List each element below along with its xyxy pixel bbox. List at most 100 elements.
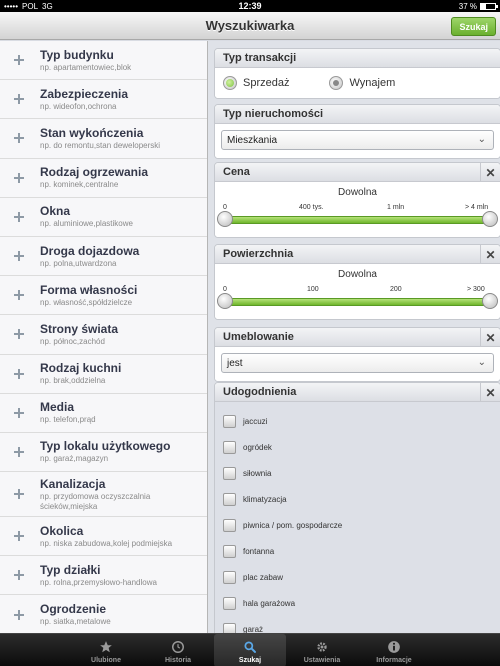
plus-icon <box>14 172 24 183</box>
card-title: Umeblowanie <box>223 331 294 343</box>
tab-bar: Ulubione Historia Szukaj Ustawienia Info… <box>0 633 500 666</box>
filter-example: np. telefon,prąd <box>40 415 96 425</box>
star-icon <box>100 641 112 653</box>
slider-min-handle[interactable] <box>217 293 233 309</box>
filter-item-typ-dzialki[interactable]: Typ działki np. rolna,przemysłowo-handlow… <box>0 556 207 596</box>
tick-label: 200 <box>390 286 402 293</box>
checkbox-label: piwnica / pom. gospodarcze <box>243 520 343 530</box>
slider-track <box>225 298 490 306</box>
navigation-bar: Wyszukiwarka Szukaj <box>0 12 500 40</box>
slider-max-handle[interactable] <box>482 211 498 227</box>
filter-example: np. do remontu,stan deweloperski <box>40 140 161 150</box>
card-title: Udogodnienia <box>223 386 297 398</box>
filter-title: Media <box>40 400 75 415</box>
property-type-select[interactable]: Mieszkania ⌄ <box>221 130 494 150</box>
tick-label: 0 <box>223 286 227 293</box>
transaction-card: Typ transakcji Sprzedaż Wynajem <box>214 48 500 99</box>
card-title: Typ transakcji <box>215 49 500 68</box>
page-title: Wyszukiwarka <box>205 18 295 33</box>
checkbox-label: jaccuzi <box>243 416 268 426</box>
radio-unselected-icon <box>329 76 344 90</box>
filter-item-ogrodzenie[interactable]: Ogrodzenie np. siatka,metalowe <box>0 595 207 633</box>
checkbox-label: plac zabaw <box>243 572 284 582</box>
slider-value: Dowolna <box>338 187 377 198</box>
checkbox-icon <box>223 466 236 480</box>
gear-icon <box>317 642 327 652</box>
checkbox-label: ogródek <box>243 442 272 452</box>
checkbox-fontanna[interactable]: fontanna <box>215 538 500 564</box>
plus-icon <box>14 94 24 105</box>
chevron-down-icon: ⌄ <box>477 134 486 145</box>
checkbox-plac-zabaw[interactable]: plac zabaw <box>215 564 500 590</box>
filter-example: np. brak,oddzielna <box>40 376 106 386</box>
close-icon[interactable]: ✕ <box>480 328 500 347</box>
filter-item-typ-lokalu[interactable]: Typ lokalu użytkowego np. garaż,magazyn <box>0 432 207 473</box>
tab-ustawienia[interactable]: Ustawienia <box>286 634 358 666</box>
filter-example: np. apartamentowiec,blok <box>40 62 132 72</box>
radio-label: Sprzedaż <box>243 77 290 89</box>
filter-title: Forma własności <box>40 282 138 297</box>
filter-item-forma-wlasnosci[interactable]: Forma własności np. własność,spółdzielcze <box>0 276 207 316</box>
plus-icon <box>14 407 24 418</box>
filter-item-zabezpieczenia[interactable]: Zabezpieczenia np. wideofon,ochrona <box>0 80 207 120</box>
checkbox-hala-garazowa[interactable]: hala garażowa <box>215 590 500 616</box>
checkbox-label: klimatyzacja <box>243 494 287 504</box>
checkbox-garaz[interactable]: garaż <box>215 616 500 633</box>
price-card: Cena ✕ Dowolna 0 400 tys. 1 mln > 4 mln <box>214 162 500 238</box>
filter-item-okolica[interactable]: Okolica np. niska zabudowa,kolej podmiejs… <box>0 517 207 557</box>
filter-item-media[interactable]: Media np. telefon,prąd <box>0 393 207 433</box>
tab-label: Ulubione <box>91 657 121 664</box>
filter-item-droga-dojazdowa[interactable]: Droga dojazdowa np. polna,utwardzona <box>0 236 207 277</box>
slider-min-handle[interactable] <box>217 211 233 227</box>
search-button[interactable]: Szukaj <box>451 17 496 36</box>
tab-historia[interactable]: Historia <box>142 634 214 666</box>
status-time: 12:39 <box>238 1 262 11</box>
checkbox-jaccuzi[interactable]: jaccuzi <box>215 408 500 434</box>
close-icon[interactable]: ✕ <box>480 245 500 264</box>
filter-item-strony-swiata[interactable]: Strony świata np. północ,zachód <box>0 315 207 355</box>
filter-example: np. przydomowa oczyszczalnia ścieków,mie… <box>40 491 151 511</box>
close-icon[interactable]: ✕ <box>480 163 500 182</box>
tab-ulubione[interactable]: Ulubione <box>70 634 142 666</box>
filter-example: np. siatka,metalowe <box>40 617 111 627</box>
checkbox-ogrodek[interactable]: ogródek <box>215 434 500 460</box>
tab-informacje[interactable]: Informacje <box>358 634 430 666</box>
filter-example: np. wideofon,ochrona <box>40 101 117 111</box>
plus-icon <box>14 531 24 542</box>
slider-max-handle[interactable] <box>482 293 498 309</box>
chevron-down-icon: ⌄ <box>477 357 486 368</box>
radio-wynajem[interactable]: Wynajem <box>329 76 395 90</box>
checkbox-icon <box>223 596 236 610</box>
checkbox-klimatyzacja[interactable]: klimatyzacja <box>215 486 500 512</box>
tab-szukaj[interactable]: Szukaj <box>214 634 286 666</box>
area-slider[interactable]: Dowolna 0 100 200 > 300 <box>215 264 500 319</box>
status-bar: ••••• POL 3G 12:39 37 % <box>0 0 500 12</box>
radio-sprzedaz[interactable]: Sprzedaż <box>223 76 289 90</box>
filter-item-rodzaj-kuchni[interactable]: Rodzaj kuchni np. brak,oddzielna <box>0 354 207 394</box>
slider-value: Dowolna <box>338 269 377 280</box>
filter-title: Typ budynku <box>40 47 114 62</box>
filter-example: np. aluminiowe,plastikowe <box>40 219 133 229</box>
filter-title: Okna <box>40 204 71 219</box>
filter-title: Rodzaj kuchni <box>40 361 122 376</box>
filter-item-typ-budynku[interactable]: Typ budynku np. apartamentowiec,blok <box>0 41 207 81</box>
filter-item-stan-wykonczenia[interactable]: Stan wykończenia np. do remontu,stan dewe… <box>0 119 207 159</box>
filter-item-rodzaj-ogrzewania[interactable]: Rodzaj ogrzewania np. kominek,centralne <box>0 158 207 198</box>
tick-label: 400 tys. <box>299 204 324 211</box>
checkbox-silownia[interactable]: siłownia <box>215 460 500 486</box>
filter-title: Kanalizacja <box>40 476 106 491</box>
plus-icon <box>14 290 24 301</box>
filter-item-okna[interactable]: Okna np. aluminiowe,plastikowe <box>0 197 207 237</box>
filter-title: Stan wykończenia <box>40 125 144 140</box>
price-slider[interactable]: Dowolna 0 400 tys. 1 mln > 4 mln <box>215 182 500 237</box>
tab-label: Szukaj <box>238 657 262 664</box>
filter-example: np. rolna,przemysłowo-handlowa <box>40 577 157 587</box>
checkbox-piwnica[interactable]: piwnica / pom. gospodarcze <box>215 512 500 538</box>
filter-item-kanalizacja[interactable]: Kanalizacja np. przydomowa oczyszczalnia … <box>0 472 207 518</box>
filter-title: Strony świata <box>40 321 119 336</box>
plus-icon <box>14 368 24 379</box>
radio-selected-icon <box>223 76 237 90</box>
close-icon[interactable]: ✕ <box>480 383 500 402</box>
furnishing-select[interactable]: jest ⌄ <box>221 353 494 373</box>
filter-title: Typ lokalu użytkowego <box>40 439 171 454</box>
